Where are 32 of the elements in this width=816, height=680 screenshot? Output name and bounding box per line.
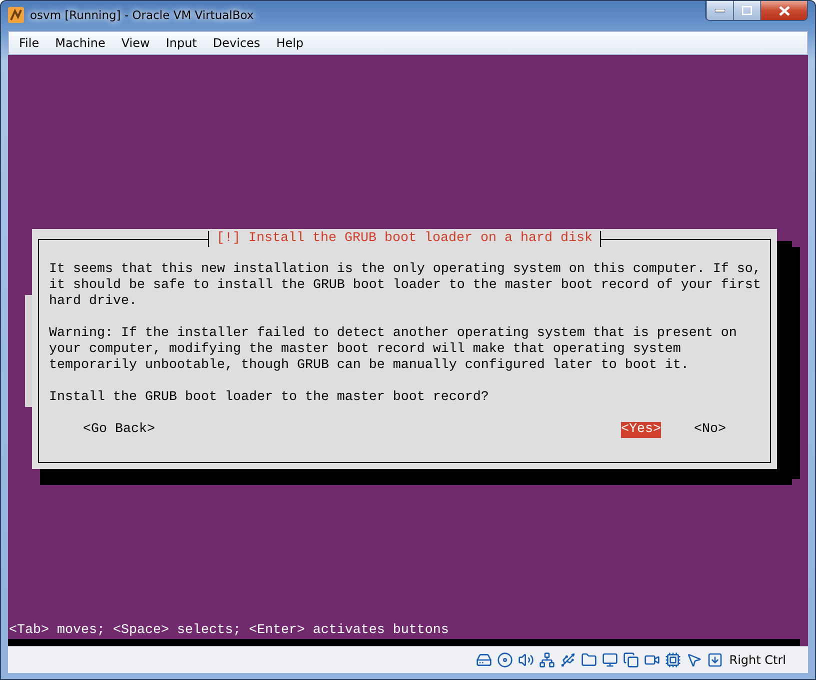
key-hint: <Tab> moves; <Space> selects; <Enter> activates buttons (8, 623, 450, 639)
folder-icon[interactable] (580, 651, 598, 669)
network-icon[interactable] (538, 651, 556, 669)
menu-item[interactable]: Help (268, 36, 312, 50)
dialog-button[interactable]: <Go Back> (83, 422, 155, 438)
minimize-button[interactable] (706, 1, 733, 20)
optical-disc-icon[interactable] (496, 651, 514, 669)
dialog-paragraph: Install the GRUB boot loader to the master boot record? (49, 390, 490, 406)
window-title: osvm [Running] - Oracle VM VirtualBox (30, 8, 254, 22)
menu-item[interactable]: Devices (204, 36, 268, 50)
app-icon (8, 7, 24, 23)
maximize-icon (742, 6, 752, 15)
monitor-icon[interactable] (601, 651, 620, 669)
dialog-button[interactable]: <No> (694, 422, 726, 438)
close-button[interactable] (760, 1, 807, 20)
windows-icon[interactable] (622, 651, 640, 669)
chip-icon[interactable] (664, 651, 682, 669)
menu-item[interactable]: Input (158, 36, 205, 50)
menu-item[interactable]: View (113, 36, 158, 50)
host-key-label: Right Ctrl (729, 653, 786, 667)
close-icon (778, 6, 790, 16)
menu-item[interactable]: File (11, 36, 48, 50)
menu-item[interactable]: Machine (47, 36, 114, 50)
mouse-pointer-icon[interactable] (685, 651, 704, 669)
speaker-icon[interactable] (517, 651, 536, 669)
dialog-title: [!] Install the GRUB boot loader on a hard disk (208, 231, 602, 247)
dialog-paragraph: It seems that this new installation is the only operating system on this computer. If so, it should be safe to install the GRUB boot loader to the master boot record of your first hard drive. (49, 262, 760, 310)
dialog-paragraph: Warning: If the installer failed to detect another operating system that is present on your computer, modifying the master boot record will make that operating system temporarily unbootable, though GRUB can be manually configured later to boot it. (49, 326, 738, 374)
dialog-button[interactable]: <Yes> (621, 422, 661, 438)
usb-icon[interactable] (559, 651, 578, 669)
maximize-button[interactable] (733, 1, 760, 20)
minimize-icon (715, 8, 725, 12)
